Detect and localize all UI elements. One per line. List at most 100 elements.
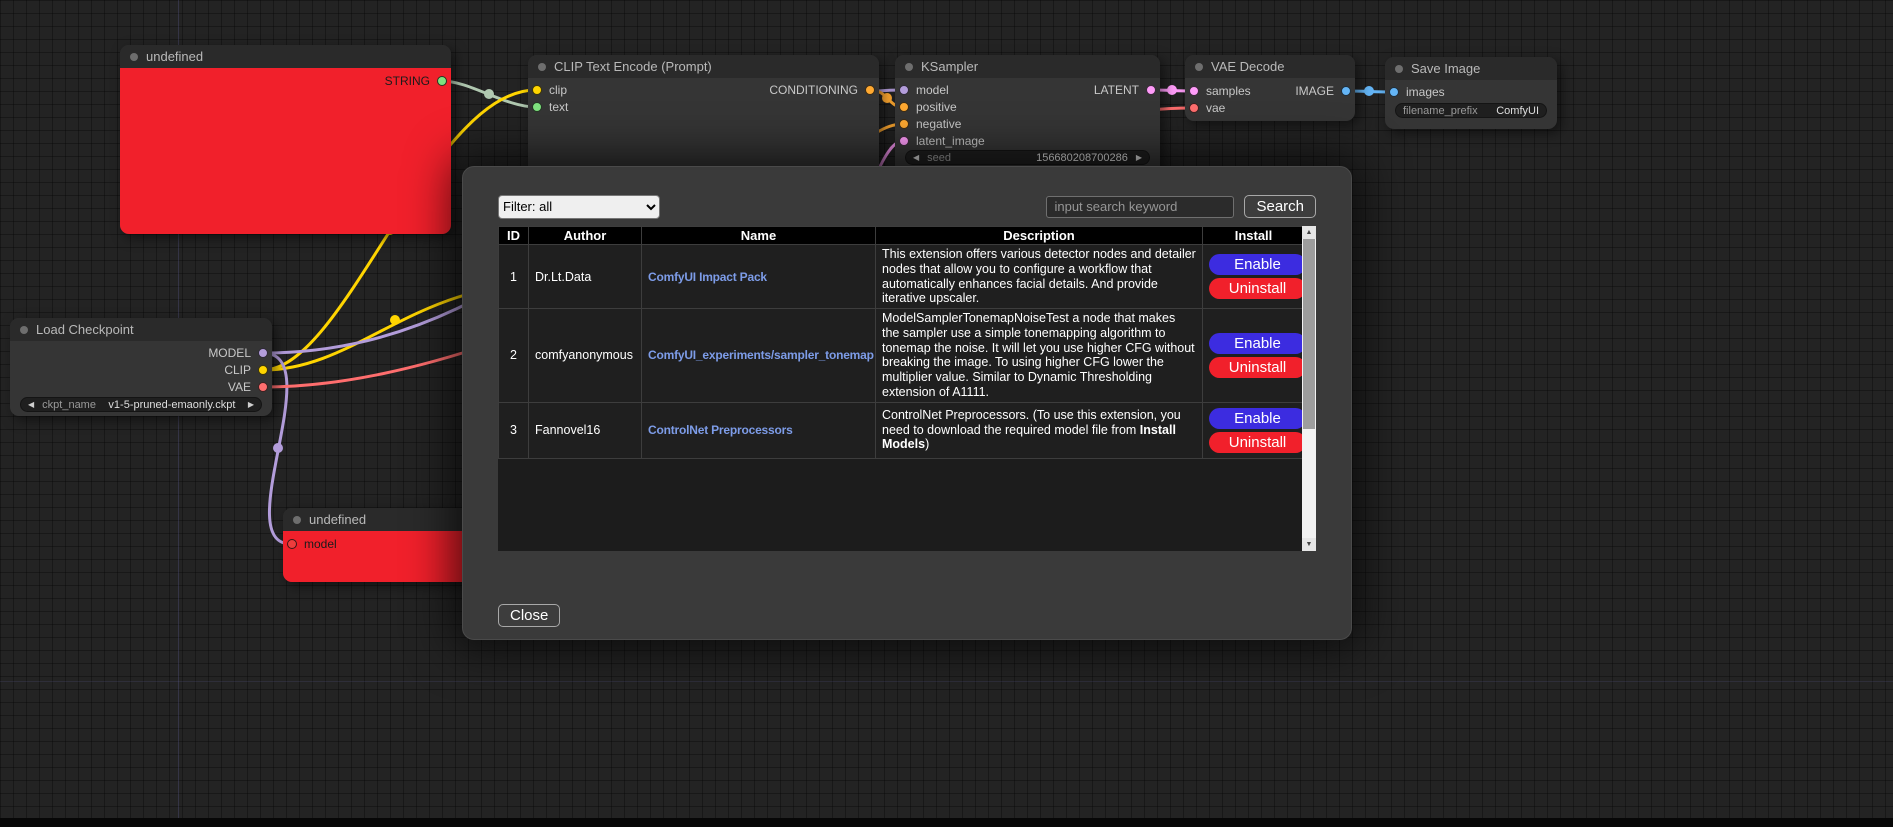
description-text: ControlNet Preprocessors. (To use this e…	[882, 408, 1181, 437]
conditioning-output-pin[interactable]	[865, 85, 875, 95]
model-input-pin[interactable]	[899, 85, 909, 95]
extension-id: 3	[499, 402, 529, 458]
column-header-id: ID	[499, 227, 529, 245]
input-slot-text: text	[532, 100, 568, 114]
vae-input-pin[interactable]	[1189, 103, 1199, 113]
bottom-strip	[0, 818, 1893, 827]
model-input-pin[interactable]	[287, 539, 297, 549]
table-scrollbar[interactable]: ▲ ▼	[1302, 226, 1316, 551]
slot-label: LATENT	[1094, 83, 1139, 97]
collapse-dot[interactable]	[130, 53, 138, 61]
increment-arrow-icon[interactable]: ▶	[248, 401, 254, 409]
slot-label: latent_image	[916, 134, 985, 148]
column-header-author: Author	[529, 227, 642, 245]
positive-input-pin[interactable]	[899, 102, 909, 112]
extension-author: Fannovel16	[529, 402, 642, 458]
node-undefined-top[interactable]: undefined STRING	[120, 45, 451, 234]
custom-node-manager-dialog: Filter: all Search ID Author Name Descri…	[462, 166, 1352, 640]
slot-label: VAE	[228, 380, 251, 394]
uninstall-button[interactable]: Uninstall	[1209, 432, 1306, 453]
decrement-arrow-icon[interactable]: ◀	[28, 401, 34, 409]
text-input-pin[interactable]	[532, 102, 542, 112]
collapse-dot[interactable]	[538, 63, 546, 71]
filter-select[interactable]: Filter: all	[498, 195, 660, 219]
slot-label: text	[549, 100, 568, 114]
node-title-bar[interactable]: Load Checkpoint	[10, 318, 272, 341]
node-title-bar[interactable]: undefined	[283, 508, 473, 531]
filename-prefix-widget[interactable]: filename_prefix ComfyUI	[1395, 103, 1547, 118]
wire-midpoint-dot	[390, 315, 400, 325]
extension-id: 2	[499, 309, 529, 403]
node-body	[120, 68, 451, 234]
output-slot-string: STRING	[385, 74, 447, 88]
search-button[interactable]: Search	[1244, 195, 1316, 218]
node-title-bar[interactable]: KSampler	[895, 55, 1160, 78]
model-output-pin[interactable]	[258, 348, 268, 358]
enable-button[interactable]: Enable	[1209, 408, 1306, 429]
node-vae-decode[interactable]: VAE Decode samples vae IMAGE	[1185, 55, 1355, 121]
slot-label: CLIP	[224, 363, 251, 377]
node-title-label: VAE Decode	[1211, 59, 1284, 74]
collapse-dot[interactable]	[293, 516, 301, 524]
image-output-pin[interactable]	[1341, 86, 1351, 96]
slot-label: clip	[549, 83, 567, 97]
wire-midpoint-dot	[1364, 86, 1374, 96]
scroll-up-arrow[interactable]: ▲	[1302, 226, 1316, 239]
output-slot-conditioning: CONDITIONING	[769, 83, 875, 97]
collapse-dot[interactable]	[20, 326, 28, 334]
ckpt-name-widget[interactable]: ◀ ckpt_name v1-5-pruned-emaonly.ckpt ▶	[20, 397, 262, 412]
node-load-checkpoint[interactable]: Load Checkpoint MODEL CLIP VAE ◀ ckpt_na…	[10, 318, 272, 416]
latent-output-pin[interactable]	[1146, 85, 1156, 95]
input-slot-latent-image: latent_image	[899, 134, 985, 148]
close-button[interactable]: Close	[498, 604, 560, 627]
node-save-image[interactable]: Save Image images filename_prefix ComfyU…	[1385, 57, 1557, 129]
grid-axis-horizontal	[0, 681, 1893, 682]
extension-author: Dr.Lt.Data	[529, 245, 642, 309]
slot-label: samples	[1206, 84, 1251, 98]
extension-link[interactable]: ControlNet Preprocessors	[648, 423, 793, 437]
node-title-bar[interactable]: CLIP Text Encode (Prompt)	[528, 55, 879, 78]
graph-canvas[interactable]: undefined STRING CLIP Text Encode (Promp…	[0, 0, 1893, 827]
collapse-dot[interactable]	[905, 63, 913, 71]
collapse-dot[interactable]	[1195, 63, 1203, 71]
extension-row: 2 comfyanonymous ComfyUI_experiments/sam…	[499, 309, 1305, 403]
description-text: )	[925, 437, 929, 451]
latent-image-input-pin[interactable]	[899, 136, 909, 146]
enable-button[interactable]: Enable	[1209, 254, 1306, 275]
node-title-bar[interactable]: VAE Decode	[1185, 55, 1355, 78]
enable-button[interactable]: Enable	[1209, 333, 1306, 354]
scrollbar-thumb[interactable]	[1303, 239, 1315, 429]
wire-midpoint-dot	[273, 443, 283, 453]
clip-input-pin[interactable]	[532, 85, 542, 95]
uninstall-button[interactable]: Uninstall	[1209, 278, 1306, 299]
search-input[interactable]	[1046, 196, 1234, 218]
output-slot-clip: CLIP	[224, 363, 268, 377]
extension-description: This extension offers various detector n…	[876, 245, 1203, 309]
seed-widget[interactable]: ◀ seed 156680208700286 ▶	[905, 150, 1150, 165]
output-slot-vae: VAE	[228, 380, 268, 394]
extension-table-container: ID Author Name Description Install 1 Dr.…	[498, 226, 1316, 551]
node-title-bar[interactable]: undefined	[120, 45, 451, 68]
extension-id: 1	[499, 245, 529, 309]
increment-arrow-icon[interactable]: ▶	[1136, 154, 1142, 162]
node-title-bar[interactable]: Save Image	[1385, 57, 1557, 80]
slot-label: model	[304, 537, 337, 551]
decrement-arrow-icon[interactable]: ◀	[913, 154, 919, 162]
samples-input-pin[interactable]	[1189, 86, 1199, 96]
slot-label: STRING	[385, 74, 430, 88]
uninstall-button[interactable]: Uninstall	[1209, 357, 1306, 378]
clip-output-pin[interactable]	[258, 365, 268, 375]
negative-input-pin[interactable]	[899, 119, 909, 129]
slot-label: positive	[916, 100, 957, 114]
extension-link[interactable]: ComfyUI_experiments/sampler_tonemap	[648, 348, 874, 362]
vae-output-pin[interactable]	[258, 382, 268, 392]
node-title-label: KSampler	[921, 59, 978, 74]
collapse-dot[interactable]	[1395, 65, 1403, 73]
wire-string-to-text	[442, 81, 536, 107]
scroll-down-arrow[interactable]: ▼	[1302, 538, 1316, 551]
string-output-pin[interactable]	[437, 76, 447, 86]
node-undefined-bottom[interactable]: undefined model	[283, 508, 473, 582]
extension-link[interactable]: ComfyUI Impact Pack	[648, 270, 767, 284]
slot-label: CONDITIONING	[769, 83, 858, 97]
images-input-pin[interactable]	[1389, 87, 1399, 97]
